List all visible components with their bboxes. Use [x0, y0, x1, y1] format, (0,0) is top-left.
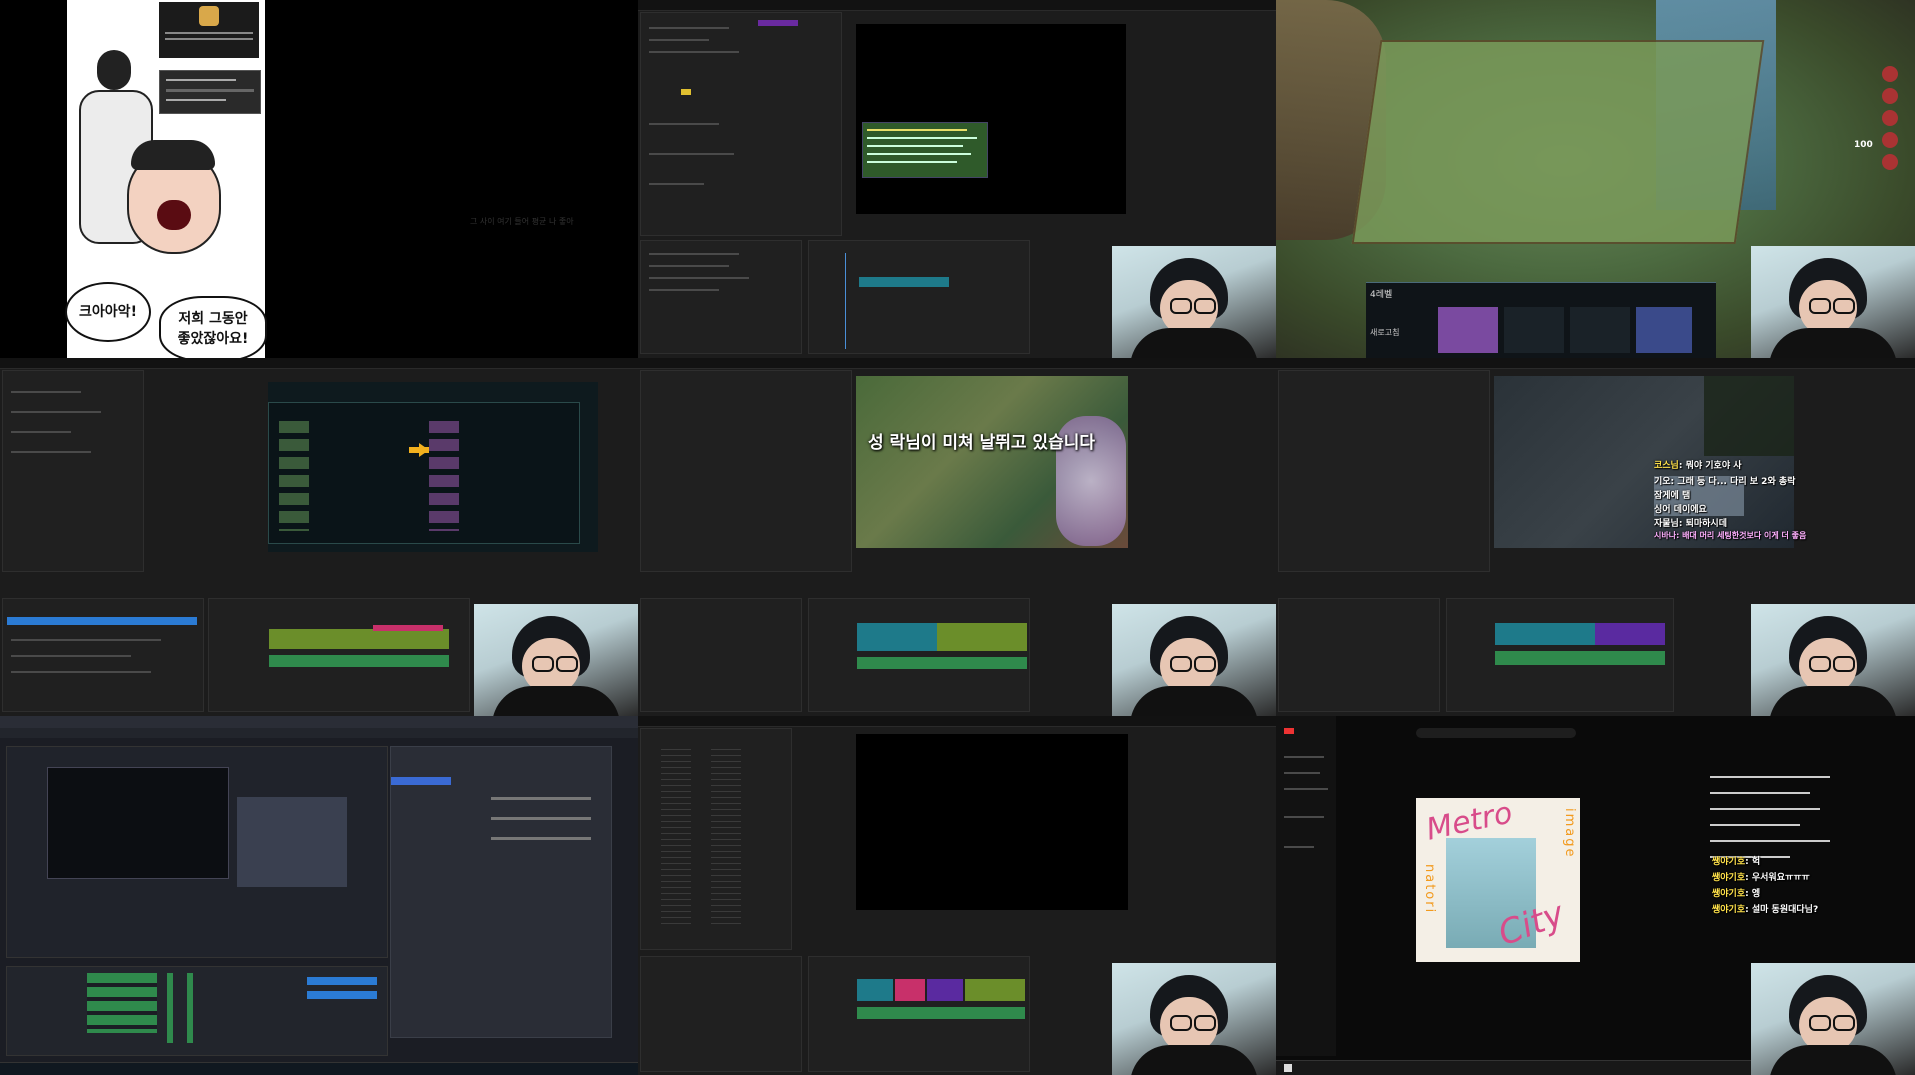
pp-timeline[interactable]: [808, 956, 1030, 1072]
album-art[interactable]: Metro City image natori: [1416, 795, 1580, 962]
timeline-audio[interactable]: [857, 657, 1027, 669]
comic-hair: [131, 140, 215, 170]
pp-effect-controls[interactable]: [1278, 370, 1490, 572]
webcam-overlay: [1751, 963, 1915, 1075]
tile-premiere-chat-subs: 코스님: 뭐야 기호야 사 기오: 그래 둥 다... 다리 보 2와 총락 잠…: [1276, 358, 1915, 716]
speech-line-2: 좋았잖아요!: [177, 331, 249, 347]
timeline-audio[interactable]: [269, 655, 449, 667]
obs-mixer[interactable]: [6, 966, 388, 1056]
faint-caption: 그 사이 여기 들어 평균 나 좋아: [470, 217, 574, 226]
comic-inset-screen: [159, 2, 259, 58]
timeline-clip-teal[interactable]: [857, 623, 937, 651]
video-subtitle: 성 락님이 미쳐 날뛰고 있습니다: [868, 433, 1095, 453]
timeline-clip-graphic[interactable]: [373, 625, 443, 631]
windows-taskbar[interactable]: [0, 1062, 638, 1075]
pp-timeline[interactable]: [1446, 598, 1674, 712]
webcam-overlay: [1751, 246, 1915, 358]
pp-effect-controls[interactable]: [640, 12, 842, 236]
pp-menubar: [0, 358, 638, 369]
playhead[interactable]: [845, 253, 846, 349]
pp-project-panel[interactable]: [640, 598, 802, 712]
pp-effect-controls[interactable]: [640, 370, 852, 572]
pp-menubar: [1276, 358, 1915, 369]
chat-box: [1704, 376, 1794, 456]
pp-menubar: [638, 358, 1276, 369]
pp-menubar: [638, 0, 1276, 11]
timeline-clip-teal[interactable]: [1495, 623, 1595, 645]
chat-overlay: [862, 122, 988, 178]
level-label: 4레벨: [1370, 290, 1393, 300]
pp-essential-graphics[interactable]: [2, 598, 204, 712]
chat-messages: 코스님: 뭐야 기호야 사 기오: 그래 둥 다... 다리 보 2와 총락 잠…: [1654, 461, 1807, 540]
timeline-audio[interactable]: [857, 1007, 1025, 1019]
webcam-overlay: [1112, 604, 1276, 716]
shop-slot-1[interactable]: [1438, 307, 1498, 353]
tile-premiere-chat: [638, 0, 1276, 358]
pp-effect-controls[interactable]: [2, 370, 144, 572]
scoreboard: [268, 402, 580, 544]
settings-selected-item[interactable]: [391, 777, 451, 785]
shop-bar[interactable]: 4레벨 새로고침: [1366, 282, 1716, 358]
pp-project-panel[interactable]: [640, 240, 802, 354]
comic-man-head: [97, 50, 131, 90]
shop-slot-3[interactable]: [1570, 307, 1630, 353]
webcam-overlay: [1112, 963, 1276, 1075]
timeline-clip-video[interactable]: [859, 277, 949, 287]
pp-program-monitor[interactable]: 성 락님이 미쳐 날뛰고 있습니다: [856, 376, 1128, 548]
timeline-clip-green[interactable]: [937, 623, 1027, 651]
tile-tft-game: 100 4레벨 새로고침: [1276, 0, 1915, 358]
tile-obs-desktop: [0, 716, 638, 1075]
music-search-bar[interactable]: [1416, 728, 1576, 738]
pp-program-monitor[interactable]: [856, 734, 1128, 910]
album-title-3: image: [1562, 808, 1577, 859]
speech-bubble-left: 크아아악!: [65, 282, 151, 342]
pp-project-panel[interactable]: [640, 956, 802, 1072]
album-artist: natori: [1422, 864, 1437, 915]
tile-premiere-subtitle: 성 락님이 미쳐 날뛰고 있습니다: [638, 358, 1276, 716]
pp-audio-meters[interactable]: [640, 728, 792, 950]
timeline-clip-3[interactable]: [927, 979, 963, 1001]
comic-inset-dialog: [159, 70, 261, 114]
video-thumbnail-grid: 크아아악! 저희 그동안 좋았잖아요! 그 사이 여기 들어 평균 나 좋아 1…: [0, 0, 1915, 1075]
speech-bubble-right: 저희 그동안 좋았잖아요!: [159, 296, 267, 358]
timeline-clip-video[interactable]: [269, 629, 449, 649]
pp-program-monitor[interactable]: [856, 24, 1126, 214]
obs-settings-dialog[interactable]: [390, 746, 612, 1038]
browser-addressbar[interactable]: [0, 728, 638, 738]
pp-program-monitor[interactable]: 코스님: 뭐야 기호야 사 기오: 그래 둥 다... 다리 보 2와 총락 잠…: [1494, 376, 1807, 548]
timeline-clip-1[interactable]: [857, 979, 893, 1001]
timeline-clip-4[interactable]: [965, 979, 1025, 1001]
music-sidebar[interactable]: [1276, 716, 1336, 1056]
speech-line-1: 저희 그동안: [178, 311, 248, 327]
pp-project-panel[interactable]: [1278, 598, 1440, 712]
webcam-overlay: [474, 604, 638, 716]
shop-slot-2[interactable]: [1504, 307, 1564, 353]
hp-value: 100: [1854, 140, 1873, 150]
pp-program-monitor[interactable]: [268, 382, 598, 552]
reroll-label[interactable]: 새로고침: [1370, 327, 1399, 338]
pp-timeline[interactable]: [208, 598, 470, 712]
arena-floor: [1351, 40, 1765, 244]
tile-comic: 크아아악! 저희 그동안 좋았잖아요! 그 사이 여기 들어 평균 나 좋아: [0, 0, 638, 358]
stream-chat: 쌩야기호: 헉 쌩야기호: 우서워요ㅠㅠㅠ 쌩야기호: 엥 쌩야기호: 설마 동…: [1712, 857, 1819, 915]
browser-tabbar[interactable]: [0, 716, 638, 728]
pp-timeline[interactable]: [808, 598, 1030, 712]
selected-row[interactable]: [7, 617, 197, 625]
timeline-clip-purple[interactable]: [1595, 623, 1665, 645]
tile-music-player: Metro City image natori 쌩야기호: 헉 쌩야기호: 우서…: [1276, 716, 1915, 1075]
comic-panel: 크아아악! 저희 그동안 좋았잖아요!: [65, 0, 267, 358]
timeline-clip-2[interactable]: [895, 979, 925, 1001]
tile-premiere-scoreboard: [0, 358, 638, 716]
obs-preview[interactable]: [6, 746, 388, 958]
webcam-overlay: [1112, 246, 1276, 358]
pp-menubar: [638, 716, 1276, 727]
pp-timeline[interactable]: [808, 240, 1030, 354]
timeline-audio[interactable]: [1495, 651, 1665, 665]
shop-slot-4[interactable]: [1636, 307, 1692, 353]
tile-premiere-empty: [638, 716, 1276, 1075]
webcam-overlay: [1751, 604, 1915, 716]
play-pause-button[interactable]: [1284, 1064, 1292, 1072]
